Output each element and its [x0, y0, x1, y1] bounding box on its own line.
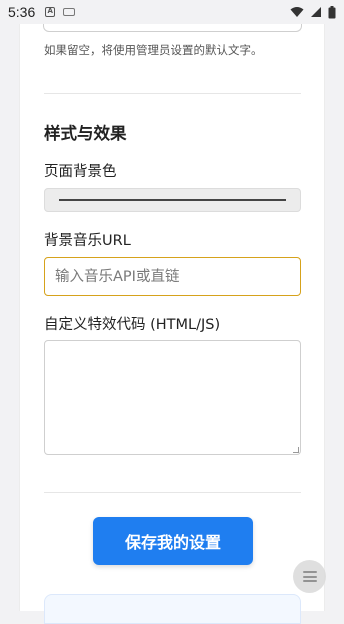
info-box	[44, 594, 301, 624]
app-notification-icon: A	[45, 7, 56, 17]
signal-icon	[311, 7, 321, 17]
bg-music-input[interactable]	[44, 257, 301, 296]
default-text-hint: 如果留空，将使用管理员设置的默认文字。	[44, 43, 263, 57]
previous-input-field[interactable]	[43, 24, 302, 32]
resize-handle-icon[interactable]	[293, 447, 299, 453]
keyboard-icon	[63, 8, 76, 16]
save-settings-button[interactable]: 保存我的设置	[93, 517, 253, 565]
section-divider	[44, 93, 301, 94]
color-swatch	[59, 199, 286, 201]
floating-menu-button[interactable]	[293, 560, 326, 593]
battery-icon	[328, 5, 336, 18]
bg-music-label: 背景音乐URL	[44, 233, 131, 249]
section-title: 样式与效果	[44, 124, 127, 143]
settings-card: 如果留空，将使用管理员设置的默认文字。 样式与效果 页面背景色 背景音乐URL …	[19, 24, 325, 624]
menu-icon	[302, 571, 317, 582]
status-time: 5:36	[8, 4, 36, 20]
bg-color-label: 页面背景色	[44, 164, 117, 180]
bg-color-picker[interactable]	[44, 188, 301, 212]
wifi-icon	[290, 7, 304, 17]
status-right	[290, 5, 336, 19]
section-divider-bottom	[44, 492, 301, 493]
custom-code-textarea[interactable]	[44, 340, 301, 455]
status-bar: 5:36 A	[0, 0, 344, 24]
custom-code-label: 自定义特效代码 (HTML/JS)	[44, 317, 221, 333]
